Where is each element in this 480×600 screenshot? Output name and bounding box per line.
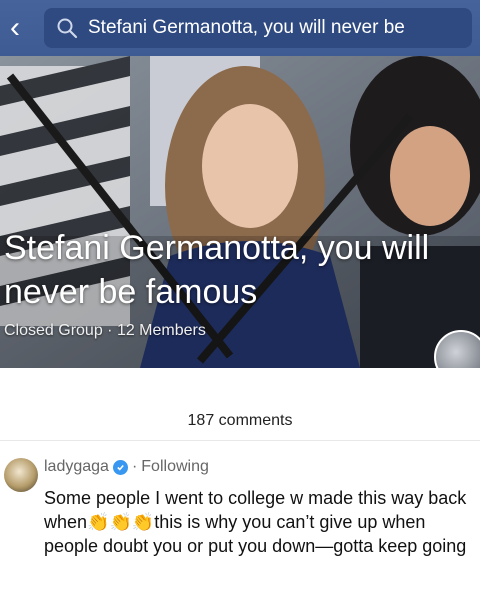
following-button[interactable]: Following: [141, 458, 209, 476]
comment-header: ladygaga · Following: [44, 458, 209, 476]
search-icon: [56, 17, 78, 39]
clapping-hands-emoji: 👏👏👏: [87, 512, 155, 532]
group-cover[interactable]: Stefani Germanotta, you will never be fa…: [0, 56, 480, 368]
search-query: Stefani Germanotta, you will never be: [88, 17, 405, 38]
comment-avatar[interactable]: [4, 458, 38, 492]
comment-username[interactable]: ladygaga: [44, 458, 109, 476]
comments-count[interactable]: 187 comments: [0, 412, 480, 430]
verified-icon: [112, 459, 128, 475]
group-meta: Closed Group · 12 Members: [4, 322, 206, 339]
group-title-line1: Stefani Germanotta, you will: [4, 229, 430, 267]
comment-text: Some people I went to college w made thi…: [44, 486, 474, 558]
group-title-line2: never be famous: [4, 273, 258, 311]
divider: [0, 440, 480, 441]
top-bar: ‹ Stefani Germanotta, you will never be: [0, 0, 480, 56]
back-arrow-icon[interactable]: ‹: [0, 0, 30, 56]
group-title: Stefani Germanotta, you will never be fa…: [4, 226, 429, 314]
separator-dot: ·: [131, 458, 138, 475]
search-input[interactable]: Stefani Germanotta, you will never be: [44, 8, 472, 48]
